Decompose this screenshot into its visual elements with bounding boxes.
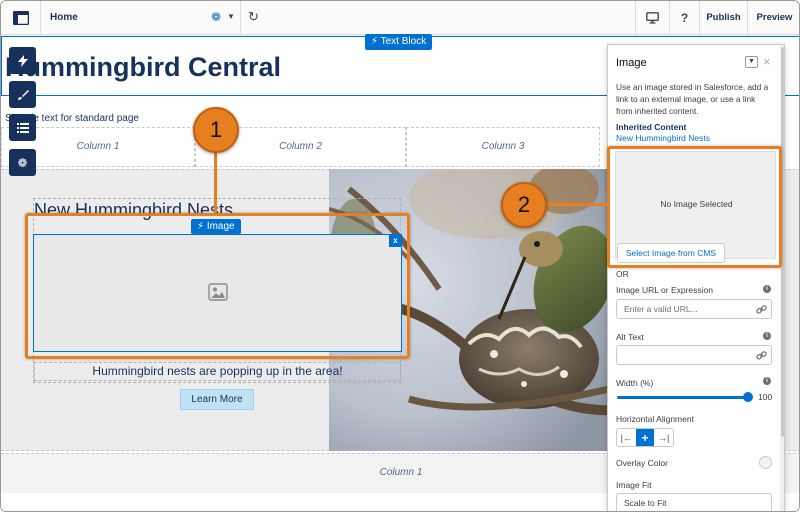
page-selector[interactable]: Home ❁ ▼ <box>41 1 241 35</box>
alt-text-label: Alt Text <box>616 332 644 342</box>
link-icon[interactable] <box>756 350 767 361</box>
callout-2-connector <box>546 203 607 206</box>
alt-text-input[interactable] <box>616 345 772 365</box>
preview-button[interactable]: Preview <box>747 1 799 35</box>
info-icon[interactable]: i <box>763 377 771 385</box>
help-button[interactable]: ? <box>669 1 699 35</box>
image-properties-panel: Image ▼ × Use an image stored in Salesfo… <box>607 44 785 511</box>
gear-icon[interactable]: ❁ <box>211 10 221 24</box>
inherited-content-title: Inherited Content <box>616 122 687 132</box>
monitor-icon <box>646 12 659 24</box>
lightning-icon: ⚡︎ <box>371 36 381 47</box>
app-switcher-button[interactable] <box>1 1 41 35</box>
align-left-icon: |← <box>620 432 632 443</box>
page-structure-button[interactable] <box>9 114 36 141</box>
url-input[interactable]: Enter a valid URL... <box>616 299 772 319</box>
panel-title: Image <box>616 57 647 69</box>
image-fit-select[interactable]: Scale to Fit <box>616 493 772 511</box>
chevron-down-icon[interactable]: ▼ <box>227 12 235 21</box>
url-label: Image URL or Expression <box>616 285 714 295</box>
brush-icon <box>17 89 29 100</box>
overlay-color-swatch[interactable] <box>759 456 772 469</box>
link-icon[interactable] <box>756 304 767 315</box>
or-label: OR <box>616 269 629 279</box>
align-left-button[interactable]: |← <box>617 429 636 446</box>
image-fit-label: Image Fit <box>616 480 652 490</box>
column-cell-3[interactable]: Column 3 <box>406 127 600 167</box>
page-title: Hummingbird Central <box>5 52 282 82</box>
info-icon[interactable]: i <box>763 332 771 340</box>
settings-button[interactable]: ❁ <box>9 149 36 176</box>
align-center-icon: + <box>641 430 649 445</box>
refresh-icon[interactable]: ↻ <box>248 9 259 25</box>
lightning-icon <box>17 54 28 67</box>
url-placeholder: Enter a valid URL... <box>624 304 698 314</box>
page-name: Home <box>50 12 78 23</box>
close-icon[interactable]: × <box>763 54 771 69</box>
inherited-content-link[interactable]: New Hummingbird Nests <box>616 133 710 143</box>
width-label: Width (%) <box>616 378 654 388</box>
callout-2-highlight <box>607 146 782 268</box>
text-block-tag[interactable]: ⚡︎ Text Block <box>365 34 433 50</box>
device-preview-button[interactable] <box>635 1 669 35</box>
builder-toolbar: Home ❁ ▼ ↻ ? Publish Preview <box>1 1 799 35</box>
info-icon[interactable]: i <box>763 285 771 293</box>
align-center-button[interactable]: + <box>635 429 655 446</box>
panel-menu-button[interactable]: ▼ <box>745 56 758 68</box>
width-slider-handle[interactable] <box>743 392 753 402</box>
align-right-button[interactable]: →| <box>654 429 673 446</box>
panel-description: Use an image stored in Salesforce, add a… <box>616 82 769 116</box>
alignment-button-group: |← + →| <box>616 428 674 447</box>
callout-1-highlight <box>25 213 410 359</box>
callout-1-connector <box>214 151 217 213</box>
overlay-color-label: Overlay Color <box>616 458 668 468</box>
layout-icon <box>12 11 29 25</box>
learn-more-button[interactable]: Learn More <box>180 389 254 410</box>
callout-1-badge: 1 <box>193 107 239 153</box>
publish-button[interactable]: Publish <box>699 1 747 35</box>
width-value: 100 <box>758 392 773 402</box>
gear-icon: ❁ <box>17 155 28 170</box>
theme-button[interactable] <box>9 81 36 108</box>
callout-2-badge: 2 <box>501 182 547 228</box>
nest-caption: Hummingbird nests are popping up in the … <box>34 362 401 381</box>
text-block-tag-label: Text Block <box>380 36 427 47</box>
components-button[interactable] <box>9 47 36 74</box>
app-frame: Home ❁ ▼ ↻ ? Publish Preview Hummingbird… <box>0 0 800 512</box>
width-slider-track[interactable] <box>617 396 748 399</box>
align-right-icon: →| <box>658 432 670 443</box>
alignment-label: Horizontal Alignment <box>616 414 694 424</box>
list-icon <box>16 122 29 133</box>
